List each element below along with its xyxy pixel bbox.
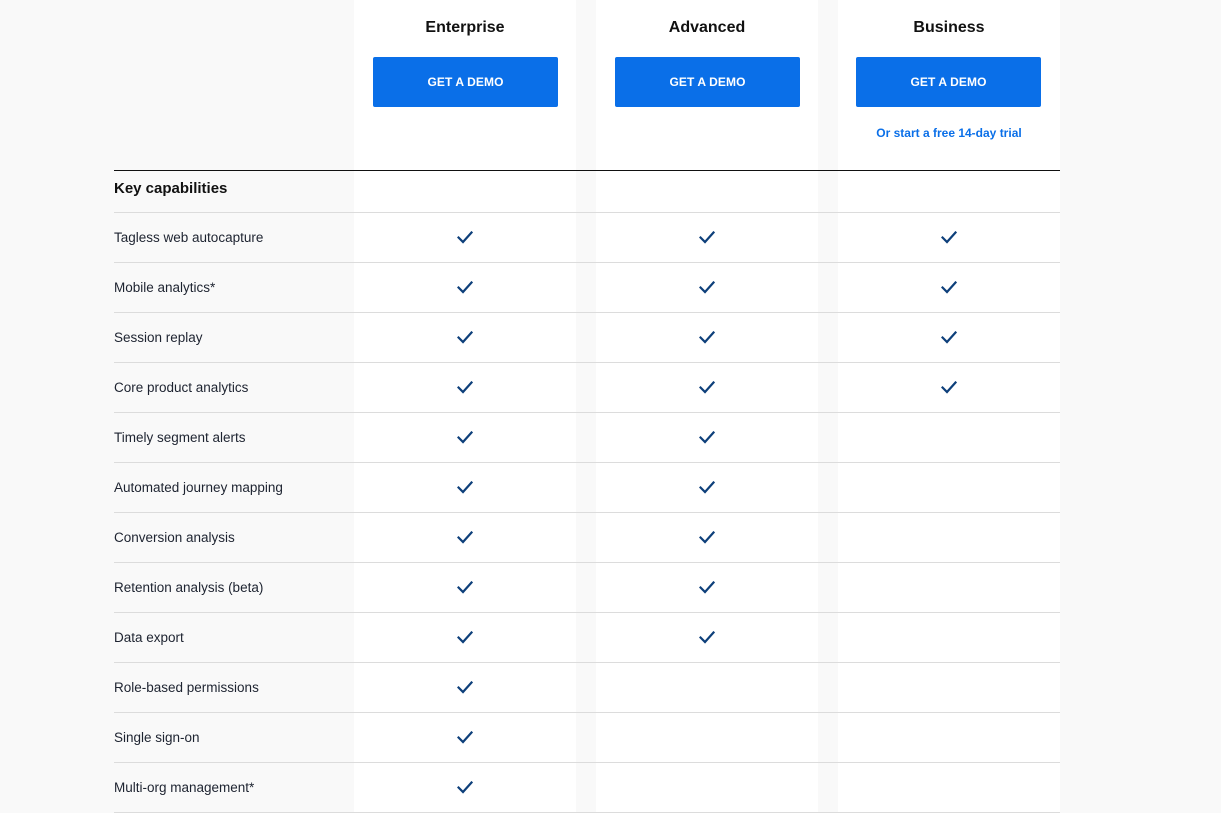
cell-advanced	[596, 213, 818, 262]
plan-name-enterprise: Enterprise	[425, 19, 505, 36]
capability-label: Conversion analysis	[114, 530, 235, 545]
check-icon	[457, 781, 473, 794]
capability-label: Single sign-on	[114, 730, 200, 745]
cell-business	[838, 263, 1060, 312]
capability-rows: Tagless web autocapture Mobile analytics*…	[114, 212, 1060, 813]
capability-label: Tagless web autocapture	[114, 230, 264, 245]
check-icon	[941, 331, 957, 344]
check-icon	[457, 431, 473, 444]
cell-business	[838, 763, 1060, 812]
check-icon	[699, 631, 715, 644]
cell-advanced	[596, 663, 818, 712]
cell-enterprise	[354, 663, 576, 712]
check-icon	[457, 631, 473, 644]
cell-enterprise	[354, 713, 576, 762]
table-row: Timely segment alerts	[114, 412, 1060, 462]
cell-enterprise	[354, 563, 576, 612]
check-icon	[457, 681, 473, 694]
check-icon	[699, 531, 715, 544]
enterprise-get-demo-button[interactable]: GET A DEMO	[373, 57, 558, 107]
table-row: Multi-org management*	[114, 762, 1060, 812]
table-row: Retention analysis (beta)	[114, 562, 1060, 612]
cell-business	[838, 513, 1060, 562]
check-icon	[941, 381, 957, 394]
cell-enterprise	[354, 263, 576, 312]
check-icon	[457, 231, 473, 244]
cell-enterprise	[354, 763, 576, 812]
cell-business	[838, 363, 1060, 412]
check-icon	[699, 581, 715, 594]
check-icon	[699, 431, 715, 444]
check-icon	[457, 731, 473, 744]
table-row: Data export	[114, 612, 1060, 662]
table-row: Role-based permissions	[114, 662, 1060, 712]
cell-business	[838, 413, 1060, 462]
cell-advanced	[596, 263, 818, 312]
table-row: Automated journey mapping	[114, 462, 1060, 512]
capability-label: Retention analysis (beta)	[114, 580, 264, 595]
cell-business	[838, 663, 1060, 712]
cell-business	[838, 713, 1060, 762]
free-trial-link[interactable]: Or start a free 14-day trial	[838, 126, 1060, 140]
cell-advanced	[596, 613, 818, 662]
cell-enterprise	[354, 363, 576, 412]
table-row: Conversion analysis	[114, 512, 1060, 562]
capability-label: Automated journey mapping	[114, 480, 283, 495]
section-title: Key capabilities	[114, 180, 228, 197]
check-icon	[699, 381, 715, 394]
check-icon	[941, 281, 957, 294]
cell-enterprise	[354, 613, 576, 662]
check-icon	[457, 481, 473, 494]
cell-business	[838, 563, 1060, 612]
check-icon	[457, 531, 473, 544]
cell-advanced	[596, 763, 818, 812]
cell-advanced	[596, 513, 818, 562]
cell-enterprise	[354, 463, 576, 512]
table-row: Mobile analytics*	[114, 262, 1060, 312]
check-icon	[699, 281, 715, 294]
cell-advanced	[596, 313, 818, 362]
table-row: Core product analytics	[114, 362, 1060, 412]
cell-advanced	[596, 463, 818, 512]
cell-enterprise	[354, 413, 576, 462]
check-icon	[457, 281, 473, 294]
cell-enterprise	[354, 513, 576, 562]
business-get-demo-button[interactable]: GET A DEMO	[856, 57, 1041, 107]
cell-business	[838, 613, 1060, 662]
check-icon	[457, 581, 473, 594]
check-icon	[699, 331, 715, 344]
cell-enterprise	[354, 213, 576, 262]
plan-name-business: Business	[913, 19, 985, 36]
capability-label: Mobile analytics*	[114, 280, 216, 295]
check-icon	[941, 231, 957, 244]
cell-advanced	[596, 713, 818, 762]
check-icon	[699, 231, 715, 244]
table-row: Session replay	[114, 312, 1060, 362]
check-icon	[457, 331, 473, 344]
cell-advanced	[596, 563, 818, 612]
cell-business	[838, 463, 1060, 512]
capability-label: Session replay	[114, 330, 203, 345]
table-header-rule	[114, 170, 1060, 171]
capability-label: Multi-org management*	[114, 780, 255, 795]
cell-enterprise	[354, 313, 576, 362]
plan-name-advanced: Advanced	[668, 19, 746, 36]
advanced-get-demo-button[interactable]: GET A DEMO	[615, 57, 800, 107]
capability-label: Core product analytics	[114, 380, 249, 395]
table-row: Single sign-on	[114, 712, 1060, 762]
capability-label: Role-based permissions	[114, 680, 259, 695]
cell-advanced	[596, 363, 818, 412]
cell-business	[838, 213, 1060, 262]
cell-business	[838, 313, 1060, 362]
check-icon	[699, 481, 715, 494]
cell-advanced	[596, 413, 818, 462]
capability-label: Timely segment alerts	[114, 430, 246, 445]
table-row: Tagless web autocapture	[114, 212, 1060, 262]
capability-label: Data export	[114, 630, 184, 645]
check-icon	[457, 381, 473, 394]
